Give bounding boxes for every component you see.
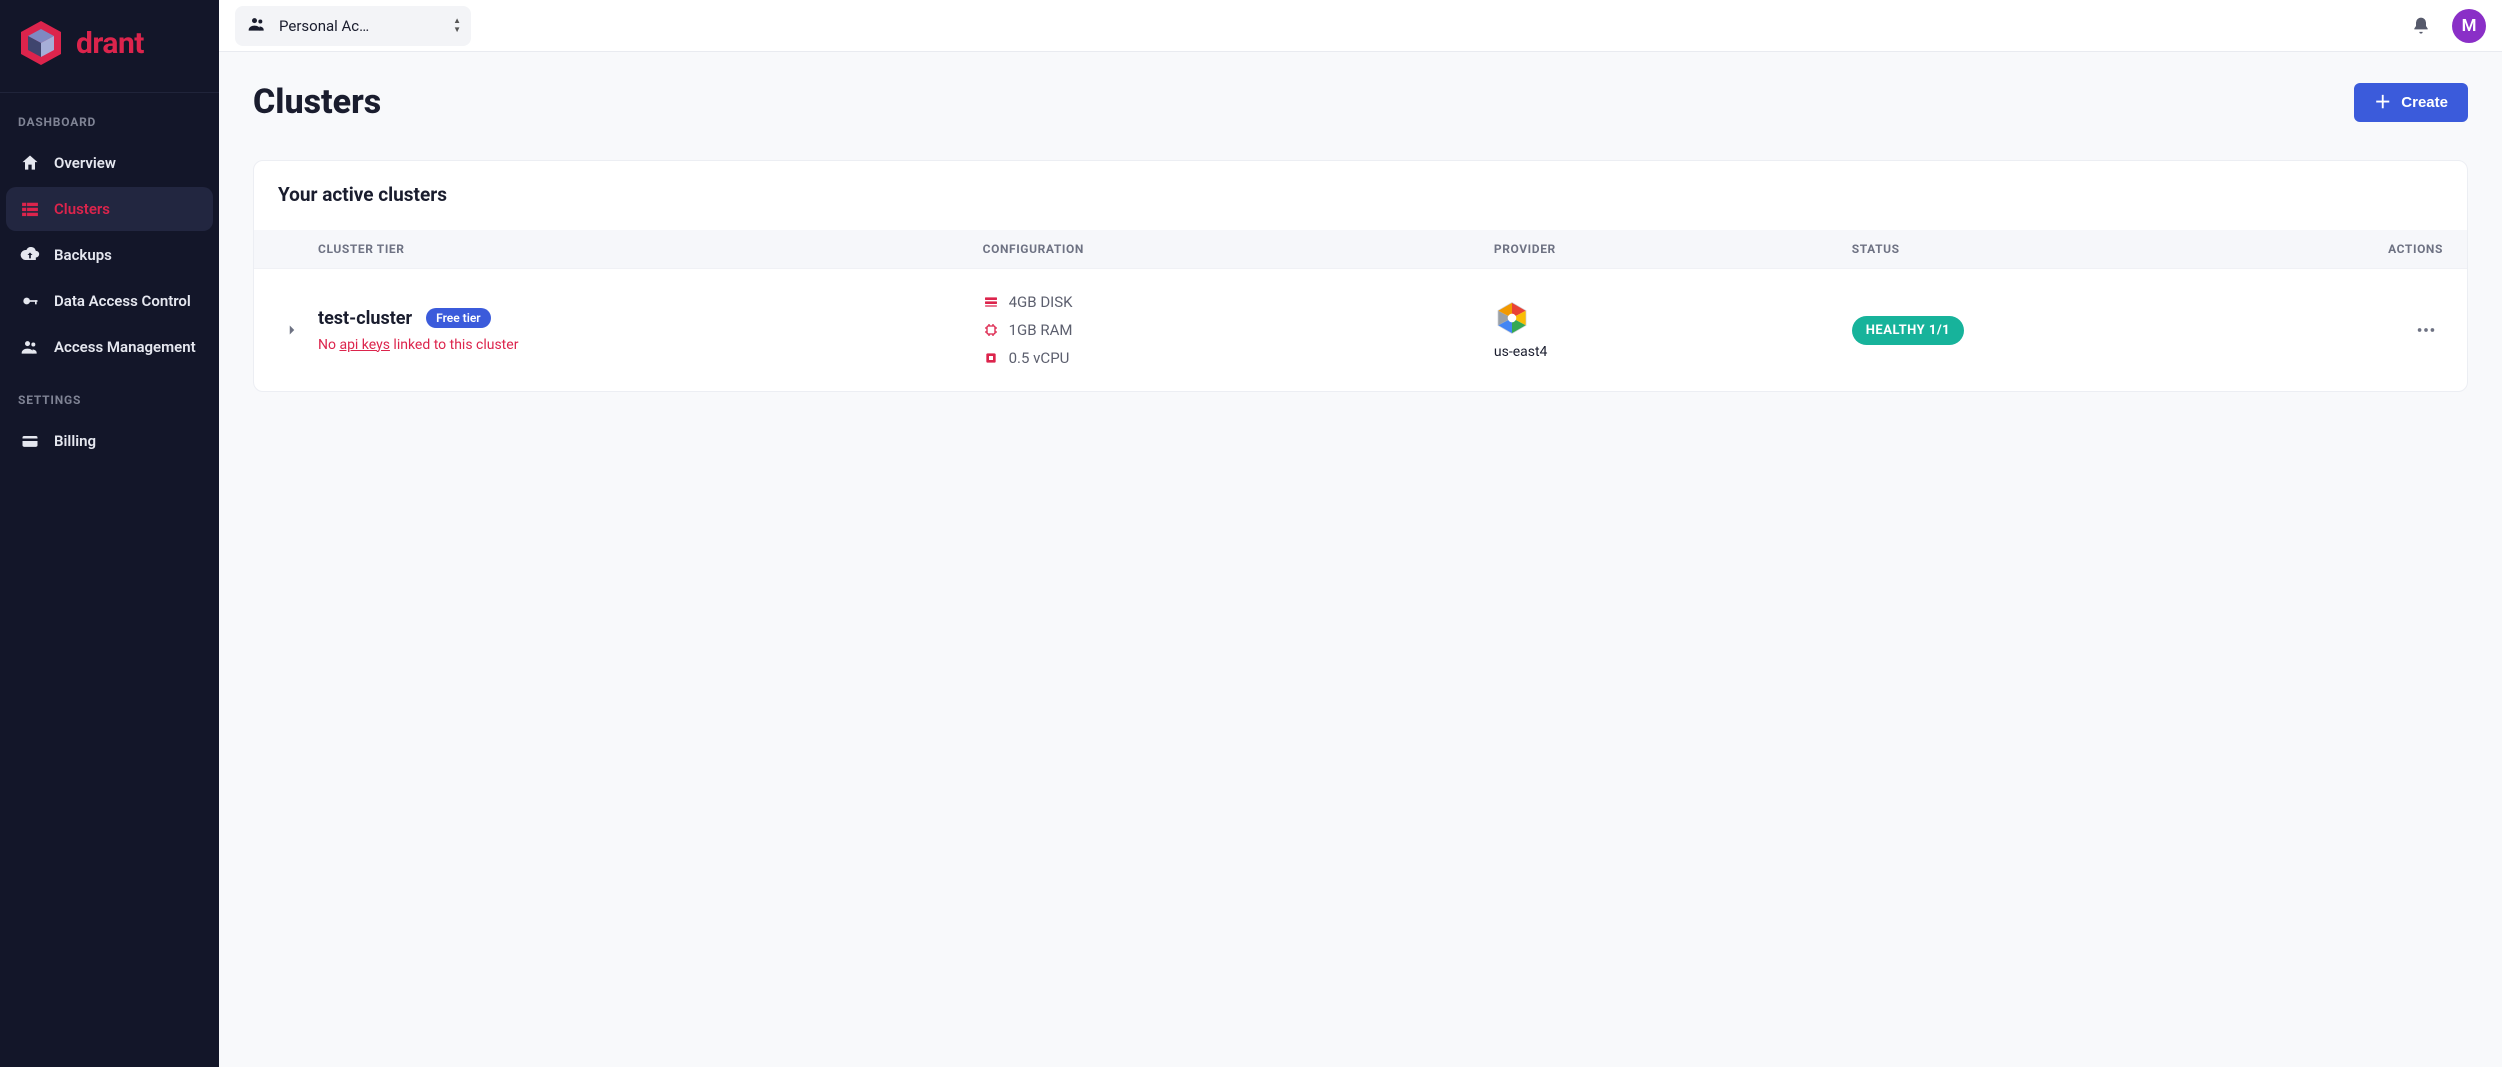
sidebar-item-overview[interactable]: Overview xyxy=(6,141,213,185)
header-configuration: CONFIGURATION xyxy=(983,242,1494,256)
main-area: Personal Ac… ▲▼ M Clusters ＋ Create xyxy=(219,0,2502,1067)
bell-icon xyxy=(2411,16,2431,36)
logo-mark-icon xyxy=(16,18,66,68)
status-badge: HEALTHY 1/1 xyxy=(1852,316,1964,345)
list-icon xyxy=(20,199,40,219)
table-row: test-cluster Free tier No api keys linke… xyxy=(254,268,2467,391)
active-clusters-card: Your active clusters CLUSTER TIER CONFIG… xyxy=(253,160,2468,392)
sidebar-nav-dashboard: Overview Clusters Backups Data Access Co… xyxy=(0,139,219,371)
chevron-right-icon xyxy=(283,321,301,339)
plus-icon: ＋ xyxy=(2374,94,2391,111)
credit-card-icon xyxy=(20,431,40,451)
config-cpu: 0.5 vCPU xyxy=(983,349,1494,367)
config-ram: 1GB RAM xyxy=(983,321,1494,339)
sidebar-item-access-management[interactable]: Access Management xyxy=(6,325,213,369)
provider-icon xyxy=(1494,300,1530,336)
logo-area: drant xyxy=(0,0,219,93)
clusters-table-header: CLUSTER TIER CONFIGURATION PROVIDER STAT… xyxy=(254,230,2467,268)
home-icon xyxy=(20,153,40,173)
sidebar-nav-settings: Billing xyxy=(0,417,219,465)
page-header: Clusters ＋ Create xyxy=(253,82,2468,122)
avatar-initial: M xyxy=(2462,16,2477,36)
sidebar-item-label: Billing xyxy=(54,432,96,450)
api-key-warning: No api keys linked to this cluster xyxy=(318,337,528,353)
card-title: Your active clusters xyxy=(254,161,2467,230)
provider-region: us-east4 xyxy=(1494,344,1548,360)
people-icon xyxy=(247,14,267,38)
topbar: Personal Ac… ▲▼ M xyxy=(219,0,2502,52)
sidebar-item-clusters[interactable]: Clusters xyxy=(6,187,213,231)
api-keys-link[interactable]: api keys xyxy=(339,337,390,353)
page-content: Clusters ＋ Create Your active clusters C… xyxy=(219,52,2502,1067)
row-actions-button[interactable] xyxy=(2409,313,2443,347)
ram-icon xyxy=(983,322,999,338)
sidebar: drant DASHBOARD Overview Clusters xyxy=(0,0,219,1067)
disk-icon xyxy=(983,294,999,310)
expand-row-button[interactable] xyxy=(278,316,306,344)
more-horizontal-icon xyxy=(2415,319,2437,341)
header-provider: PROVIDER xyxy=(1494,242,1852,256)
sidebar-section-settings: SETTINGS xyxy=(0,371,219,417)
account-selector[interactable]: Personal Ac… ▲▼ xyxy=(235,6,471,46)
brand-logo[interactable]: drant xyxy=(16,18,203,68)
sidebar-item-label: Backups xyxy=(54,246,112,264)
up-down-caret-icon: ▲▼ xyxy=(453,17,461,34)
sidebar-item-billing[interactable]: Billing xyxy=(6,419,213,463)
create-button-label: Create xyxy=(2401,94,2448,111)
sidebar-item-label: Overview xyxy=(54,154,116,172)
sidebar-item-label: Access Management xyxy=(54,338,196,356)
sidebar-section-dashboard: DASHBOARD xyxy=(0,93,219,139)
notifications-button[interactable] xyxy=(2404,9,2438,43)
header-cluster-tier: CLUSTER TIER xyxy=(318,242,983,256)
sidebar-item-backups[interactable]: Backups xyxy=(6,233,213,277)
cloud-upload-icon xyxy=(20,245,40,265)
header-status: STATUS xyxy=(1852,242,2363,256)
sidebar-item-label: Clusters xyxy=(54,200,110,218)
sidebar-item-data-access-control[interactable]: Data Access Control xyxy=(6,279,213,323)
config-disk: 4GB DISK xyxy=(983,293,1494,311)
sidebar-item-label: Data Access Control xyxy=(54,292,191,310)
create-button[interactable]: ＋ Create xyxy=(2354,83,2468,122)
tier-badge: Free tier xyxy=(426,308,490,328)
brand-name: drant xyxy=(76,26,144,61)
key-icon xyxy=(20,291,40,311)
cluster-name: test-cluster xyxy=(318,308,412,329)
cpu-icon xyxy=(983,350,999,366)
people-icon xyxy=(20,337,40,357)
header-actions: ACTIONS xyxy=(2363,242,2443,256)
account-label: Personal Ac… xyxy=(279,17,369,35)
page-title: Clusters xyxy=(253,82,381,122)
user-avatar[interactable]: M xyxy=(2452,9,2486,43)
